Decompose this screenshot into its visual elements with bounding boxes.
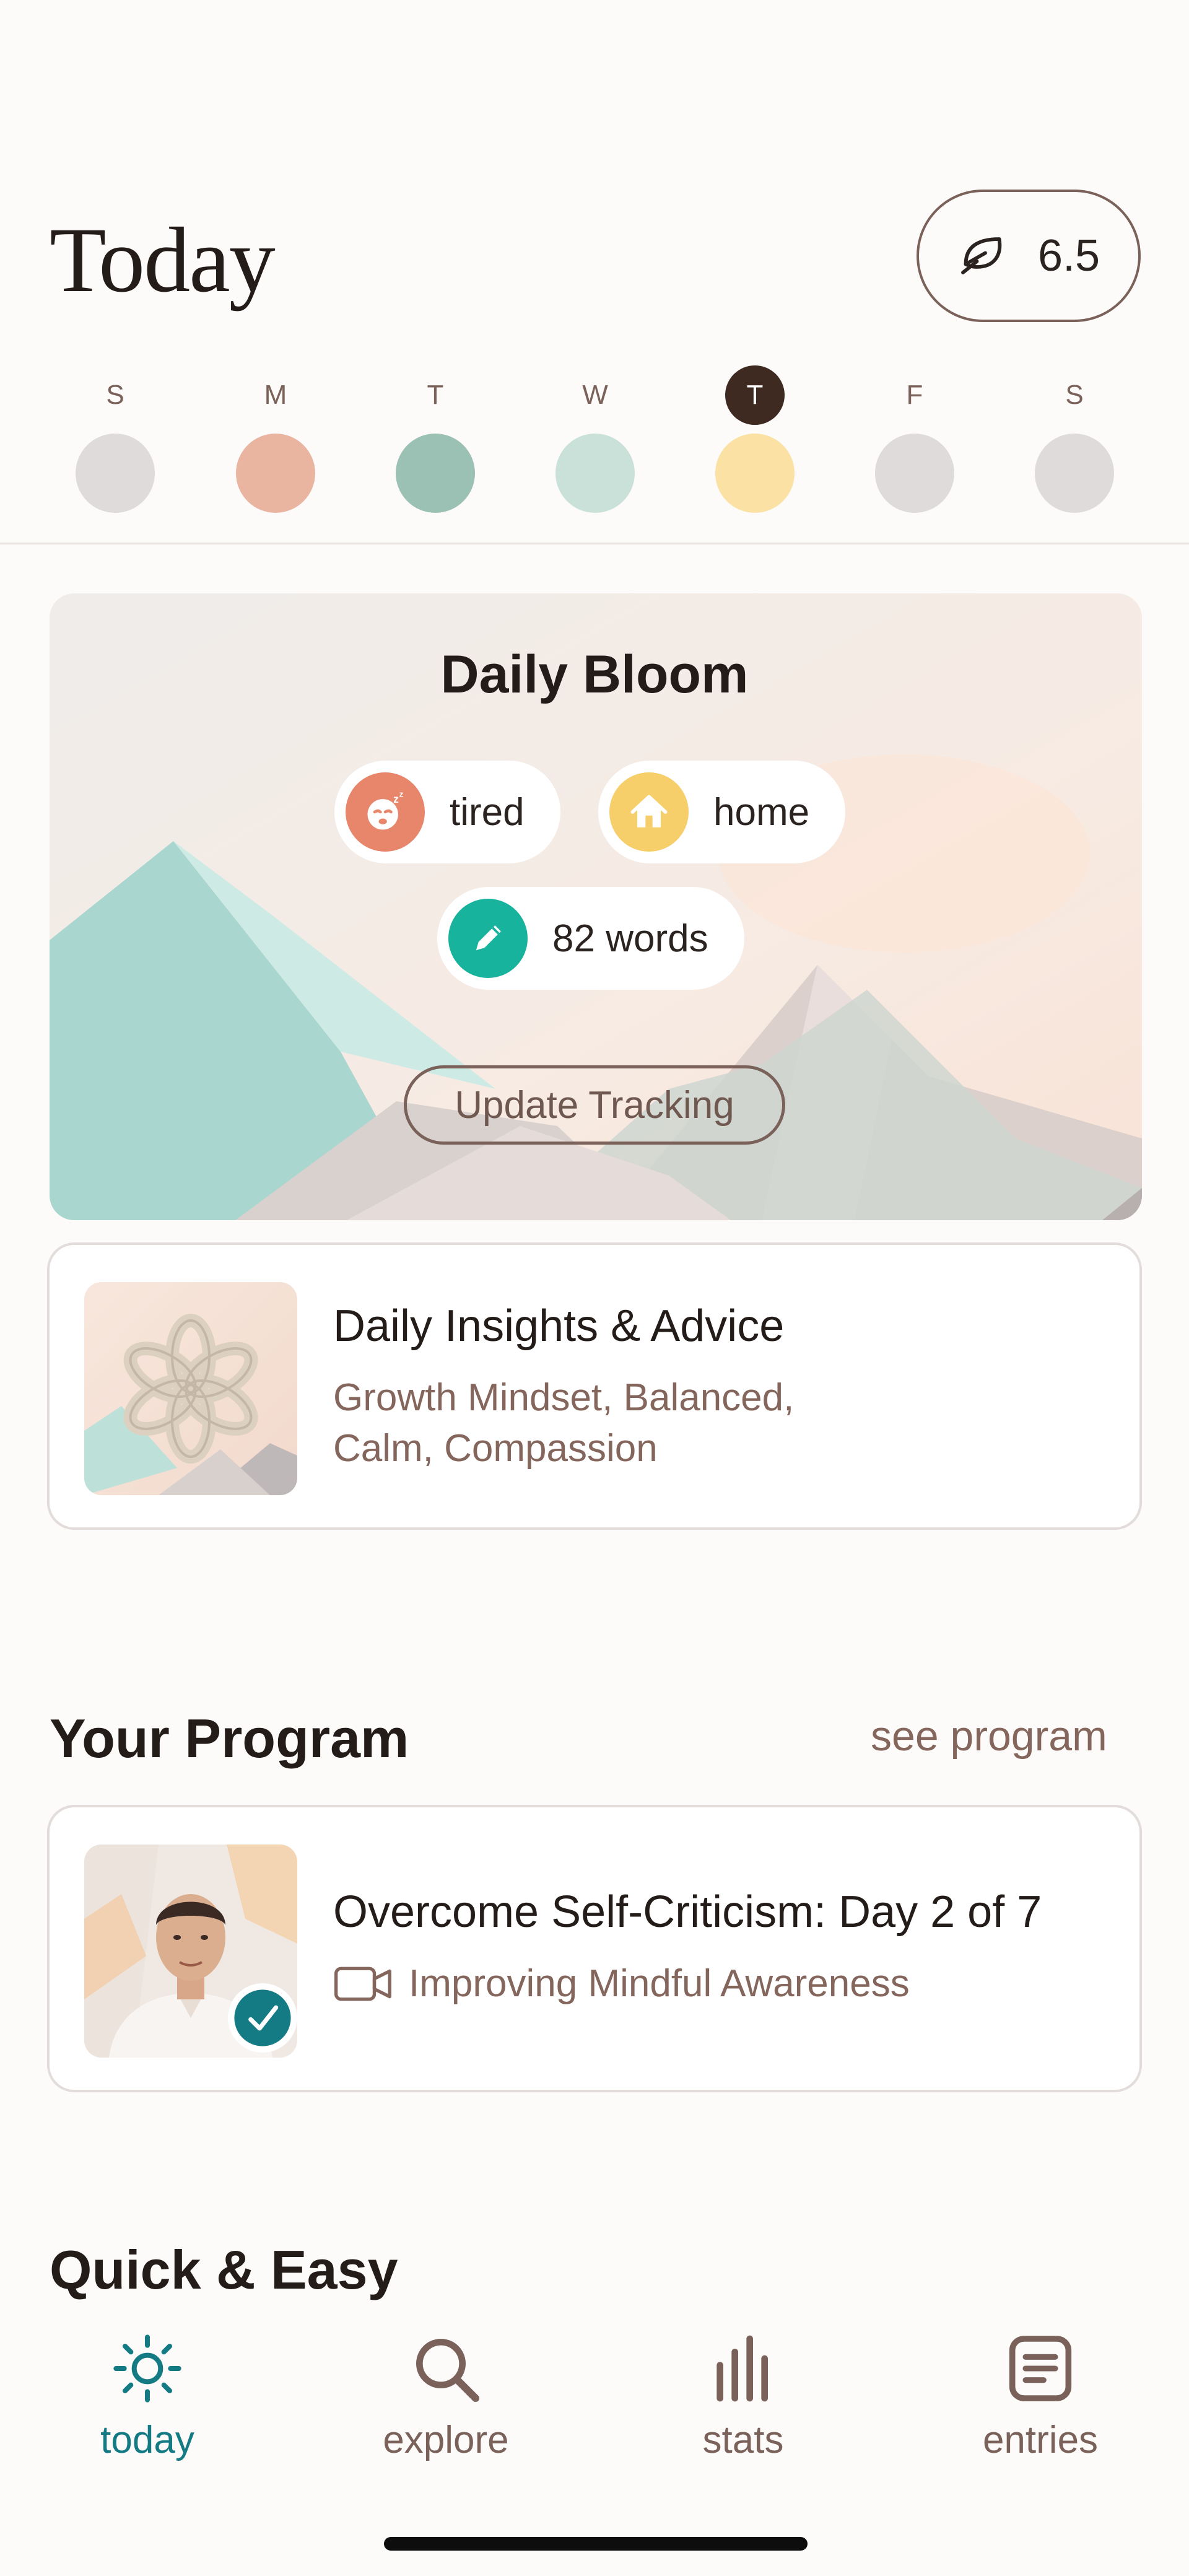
svg-text:z: z [393,793,399,805]
day-mood-dot [715,434,795,513]
day-sunday[interactable]: S [75,365,155,513]
pencil-icon [448,899,528,978]
day-mood-dot [555,434,635,513]
flower-knot-image [84,1314,297,1495]
day-mood-dot [1035,434,1114,513]
nav-label: stats [702,2419,784,2461]
page-title: Today [50,209,276,312]
mood-score-button[interactable]: 6.5 [917,190,1141,322]
day-tuesday[interactable]: T [395,365,476,513]
svg-text:z: z [399,789,404,798]
nav-label: explore [383,2419,509,2461]
nav-stats[interactable]: stats [644,2329,842,2462]
program-title: Overcome Self-Criticism: Day 2 of 7 [333,1887,1042,1937]
nav-label: entries [982,2419,1099,2461]
insights-title: Daily Insights & Advice [333,1301,785,1351]
day-mood-dot [236,434,315,513]
tired-face-icon: z z [346,772,425,852]
chip-label: tired [450,790,525,834]
search-icon [416,2339,479,2402]
day-letter: T [427,380,444,410]
chip-label: 82 words [552,917,708,960]
video-camera-icon [334,1967,391,2001]
nav-entries[interactable]: entries [941,2329,1139,2462]
program-subtitle: Improving Mindful Awareness [409,1962,910,2005]
chip-label: home [713,790,810,834]
day-letter: S [1065,380,1084,410]
check-icon [234,1989,291,2046]
day-letter: S [106,380,124,410]
nav-label: today [100,2419,194,2461]
day-thursday-selected[interactable]: T [715,365,795,513]
see-program-link[interactable]: see program [871,1712,1107,1760]
completed-check-badge [228,1983,297,2053]
words-chip[interactable]: 82 words [437,887,744,990]
your-program-heading: Your Program [50,1708,409,1769]
day-monday[interactable]: M [235,365,316,513]
day-friday[interactable]: F [874,365,955,513]
insights-subtitle-line2: Calm, Compassion [333,1427,658,1470]
daily-bloom-title: Daily Bloom [440,645,749,704]
daily-insights-card[interactable]: Daily Insights & Advice Growth Mindset, … [47,1242,1142,1530]
update-tracking-button[interactable]: Update Tracking [404,1065,785,1145]
day-mood-dot [875,434,954,513]
house-icon [609,772,689,852]
quick-easy-heading: Quick & Easy [50,2239,398,2300]
day-letter: T [725,365,785,425]
day-letter: M [264,380,287,410]
day-mood-dot [76,434,155,513]
nav-today[interactable]: today [48,2329,246,2462]
home-indicator[interactable] [384,2537,808,2551]
program-card[interactable]: Overcome Self-Criticism: Day 2 of 7 Impr… [47,1805,1142,2092]
day-letter: F [906,380,923,410]
insights-subtitle-line1: Growth Mindset, Balanced, [333,1376,795,1419]
mood-chip-tired[interactable]: z z tired [334,761,560,863]
day-mood-dot [396,434,475,513]
day-saturday[interactable]: S [1034,365,1115,513]
leaf-icon [961,237,1002,274]
header-divider [0,543,1189,544]
program-subtitle-row: Improving Mindful Awareness [333,1958,910,2009]
journal-icon [1009,2336,1072,2401]
mood-score-value: 6.5 [1037,231,1100,281]
day-wednesday[interactable]: W [555,365,635,513]
sun-icon [113,2334,181,2403]
activity-chip-home[interactable]: home [598,761,846,863]
nav-explore[interactable]: explore [347,2329,545,2462]
day-letter: W [582,380,608,410]
insights-thumbnail [84,1282,297,1495]
bar-chart-icon [716,2335,768,2402]
